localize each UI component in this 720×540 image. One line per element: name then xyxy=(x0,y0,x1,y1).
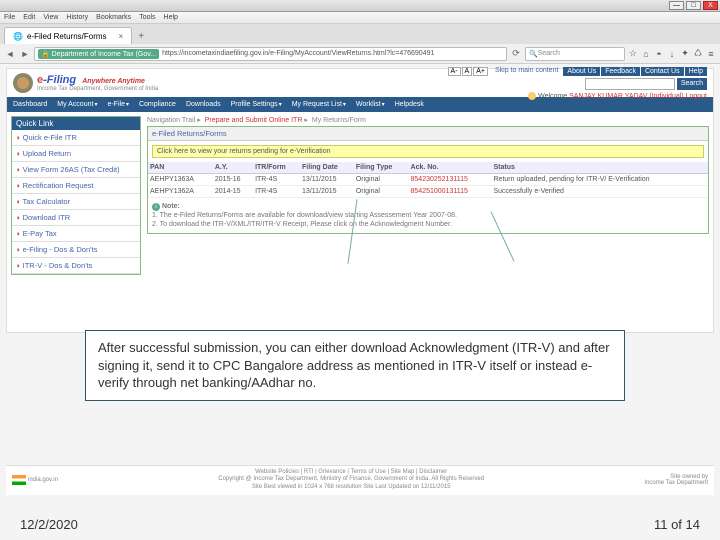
th-pan: PAN xyxy=(148,162,213,174)
info-icon: i xyxy=(152,203,160,211)
site-search-button[interactable]: Search xyxy=(677,78,707,90)
ql-dos-donts[interactable]: e-Filing - Dos & Don'ts xyxy=(12,242,140,258)
addons-icon[interactable]: ✦ xyxy=(680,49,690,59)
browser-tab[interactable]: 🌐 e-Filed Returns/Forms × xyxy=(4,27,132,44)
font-increase[interactable]: A+ xyxy=(473,67,488,76)
table-row: AEHPY1363A 2015-16 ITR-4S 13/11/2015 Ori… xyxy=(148,174,708,186)
home-icon[interactable]: ⌂ xyxy=(641,49,651,59)
india-flag-icon xyxy=(12,475,26,485)
forward-button[interactable]: ► xyxy=(19,48,31,60)
nav-dashboard[interactable]: Dashboard xyxy=(13,101,47,108)
site-logo: e-e-FilingFiling Anywhere Anytime xyxy=(37,74,158,86)
th-ack: Ack. No. xyxy=(409,162,492,174)
site-footer: india.gov.in Website Policies | RTI | Gr… xyxy=(6,465,714,495)
menu-help[interactable]: Help xyxy=(164,14,178,21)
skip-link[interactable]: Skip to main content xyxy=(495,67,558,76)
window-titlebar: — □ X xyxy=(0,0,720,12)
nav-myaccount[interactable]: My Account▾ xyxy=(57,101,97,108)
th-type: Filing Type xyxy=(354,162,409,174)
url-input[interactable]: 🔒 Department of Income Tax (Gov... https… xyxy=(34,47,507,61)
nav-downloads[interactable]: Downloads xyxy=(186,101,221,108)
tab-close-icon[interactable]: × xyxy=(119,32,124,41)
tab-row: 🌐 e-Filed Returns/Forms × + xyxy=(0,24,720,44)
menu-view[interactable]: View xyxy=(43,14,58,21)
tab-title: e-Filed Returns/Forms xyxy=(27,32,107,41)
nav-efile[interactable]: e-File▾ xyxy=(107,101,129,108)
menu-bookmarks[interactable]: Bookmarks xyxy=(96,14,131,21)
ql-quick-efile[interactable]: Quick e-File ITR xyxy=(12,130,140,146)
page-content: e-e-FilingFiling Anywhere Anytime Income… xyxy=(6,68,714,333)
logout-link[interactable]: Logout xyxy=(686,92,707,99)
new-tab-button[interactable]: + xyxy=(132,29,150,44)
main-panel: Navigation Trail▸ Prepare and Submit Onl… xyxy=(147,116,709,275)
annotation-callout: After successful submission, you can eit… xyxy=(85,330,625,401)
returns-table: PAN A.Y. ITR/Form Filing Date Filing Typ… xyxy=(148,162,708,198)
india-gov-link[interactable]: india.gov.in xyxy=(12,475,58,485)
globe-icon: 🌐 xyxy=(13,32,23,41)
nav-worklist[interactable]: Worklist▾ xyxy=(356,101,385,108)
ql-itrv-dos[interactable]: ITR-V - Dos & Don'ts xyxy=(12,258,140,274)
maximize-button[interactable]: □ xyxy=(686,1,701,10)
back-button[interactable]: ◄ xyxy=(4,48,16,60)
emblem-icon xyxy=(13,73,33,93)
close-button[interactable]: X xyxy=(703,1,718,10)
quick-links-header: Quick Link xyxy=(12,117,140,130)
ql-epay-tax[interactable]: E-Pay Tax xyxy=(12,226,140,242)
ql-rectification[interactable]: Rectification Request xyxy=(12,178,140,194)
nav-helpdesk[interactable]: Helpdesk xyxy=(395,101,424,108)
shield-icon[interactable]: ◓ xyxy=(654,49,664,59)
browser-search-input[interactable]: 🔍 Search xyxy=(525,47,625,61)
download-icon[interactable]: ↓ xyxy=(667,49,677,59)
help-button[interactable]: Help xyxy=(685,67,707,76)
table-row: AEHPY1362A 2014-15 ITR-4S 13/11/2015 Ori… xyxy=(148,186,708,198)
menu-tools[interactable]: Tools xyxy=(139,14,155,21)
url-text: https://incometaxindiaefiling.gov.in/e-F… xyxy=(162,50,434,57)
avatar-icon xyxy=(528,92,536,100)
ql-upload-return[interactable]: Upload Return xyxy=(12,146,140,162)
quick-links: Quick Link Quick e-File ITR Upload Retur… xyxy=(11,116,141,275)
nav-requests[interactable]: My Request List▾ xyxy=(292,101,346,108)
minimize-button[interactable]: — xyxy=(669,1,684,10)
nav-profile[interactable]: Profile Settings▾ xyxy=(231,101,282,108)
address-bar: ◄ ► 🔒 Department of Income Tax (Gov... h… xyxy=(0,44,720,64)
about-button[interactable]: About Us xyxy=(563,67,600,76)
ql-tax-calculator[interactable]: Tax Calculator xyxy=(12,194,140,210)
star-icon[interactable]: ☆ xyxy=(628,49,638,59)
site-subtitle: Income Tax Department, Government of Ind… xyxy=(37,86,158,92)
note-block: iNote: 1. The e-Filed Returns/Forms are … xyxy=(148,198,708,233)
nav-compliance[interactable]: Compliance xyxy=(139,101,176,108)
lock-icon: 🔒 Department of Income Tax (Gov... xyxy=(38,49,159,59)
site-search-input[interactable] xyxy=(585,78,675,90)
th-form: ITR/Form xyxy=(253,162,300,174)
ql-download-itr[interactable]: Download ITR xyxy=(12,210,140,226)
contact-button[interactable]: Contact Us xyxy=(641,67,684,76)
verify-pending-button[interactable]: Click here to view your returns pending … xyxy=(152,145,704,158)
slide-footer: 12/2/2020 11 of 14 xyxy=(0,517,720,532)
font-normal[interactable]: A xyxy=(462,67,473,76)
menu-edit[interactable]: Edit xyxy=(23,14,35,21)
sync-icon[interactable]: ♺ xyxy=(693,49,703,59)
site-header: e-e-FilingFiling Anywhere Anytime Income… xyxy=(7,69,713,97)
th-ay: A.Y. xyxy=(213,162,253,174)
browser-menubar: File Edit View History Bookmarks Tools H… xyxy=(0,12,720,24)
welcome-text: Welcome SANJAY KUMAR YADAV (Individual) … xyxy=(528,92,707,100)
section-title: e-Filed Returns/Forms xyxy=(148,127,708,141)
reload-button[interactable]: ⟳ xyxy=(510,48,522,60)
ql-form26as[interactable]: View Form 26AS (Tax Credit) xyxy=(12,162,140,178)
menu-icon[interactable]: ≡ xyxy=(706,49,716,59)
feedback-button[interactable]: Feedback xyxy=(601,67,640,76)
menu-file[interactable]: File xyxy=(4,14,15,21)
th-date: Filing Date xyxy=(300,162,354,174)
th-status: Status xyxy=(492,162,709,174)
slide-date: 12/2/2020 xyxy=(20,517,78,532)
menu-history[interactable]: History xyxy=(66,14,88,21)
ack-link[interactable]: 854230252131115 xyxy=(409,174,492,186)
ack-link[interactable]: 854251000131115 xyxy=(409,186,492,198)
slide-page: 11 of 14 xyxy=(654,517,700,532)
breadcrumb: Navigation Trail▸ Prepare and Submit Onl… xyxy=(147,116,709,124)
font-decrease[interactable]: A- xyxy=(448,67,461,76)
